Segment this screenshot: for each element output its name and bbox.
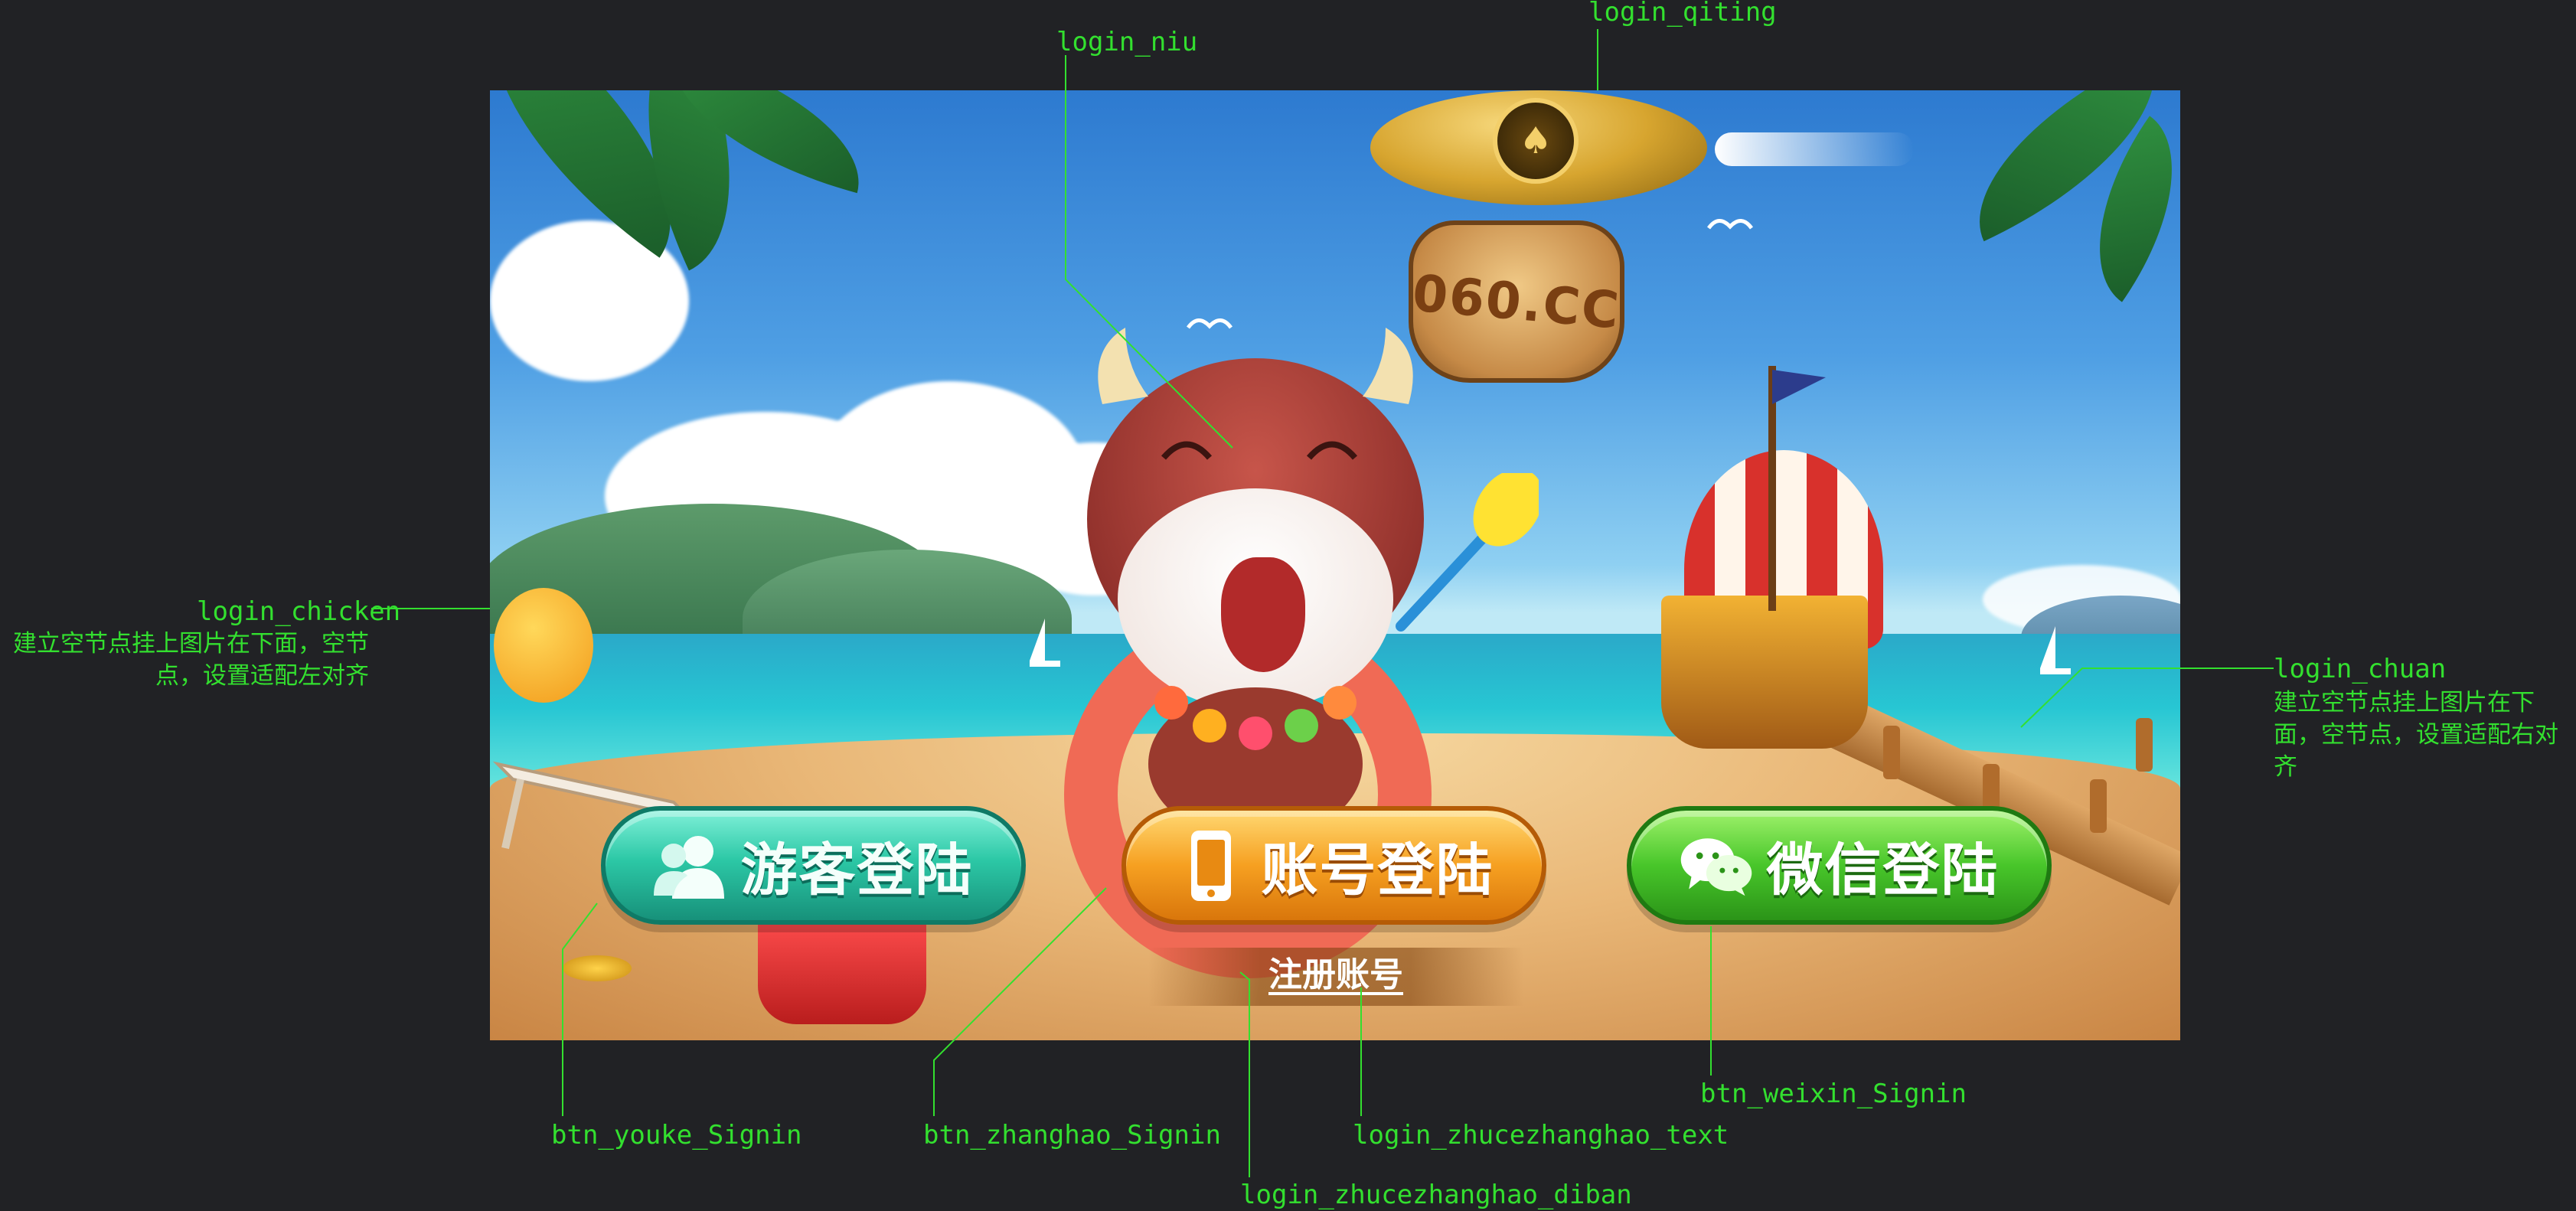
- pier-post: [2090, 779, 2107, 833]
- phone-icon: [1174, 829, 1248, 903]
- pier-post: [1883, 726, 1900, 779]
- desc-login-chuan: 建立空节点挂上图片在下面，空节点，设置适配右对齐: [2274, 689, 2558, 781]
- login-chicken: [494, 588, 593, 703]
- label-login-chicken: login_chicken: [197, 596, 401, 627]
- desc-login-chicken: 建立空节点挂上图片在下面，空节点，设置适配左对齐: [13, 630, 369, 690]
- spade-icon: ♠: [1519, 119, 1552, 162]
- flower-lei: [1154, 686, 1357, 750]
- label-login-zhucezhanghao-text: login_zhucezhanghao_text: [1353, 1120, 1729, 1151]
- sand-bucket: [758, 917, 926, 1024]
- people-icon: [653, 829, 727, 903]
- label-login-qiting: login_qiting: [1588, 0, 1777, 28]
- blimp-exhaust: [1715, 132, 1914, 166]
- label-btn-weixin-signin: btn_weixin_Signin: [1700, 1079, 1967, 1109]
- login-zhucezhanghao-text[interactable]: 注册账号: [1255, 952, 1416, 998]
- sign-board: 060.CC: [1409, 220, 1624, 383]
- btn-weixin-signin[interactable]: 微信登陆: [1627, 806, 2052, 925]
- seagull-icon: [1707, 219, 1753, 230]
- login-scene: ♠ 060.CC 游客登陆 账号登陆 微信登陆 注册账号: [490, 90, 2180, 1040]
- label-login-niu: login_niu: [1056, 27, 1198, 57]
- blimp-emblem: ♠: [1493, 98, 1579, 184]
- sailboat-icon: [1030, 619, 1060, 667]
- label-btn-youke-signin: btn_youke_Signin: [551, 1120, 802, 1151]
- wechat-icon: [1680, 829, 1753, 903]
- sailboat-icon: [2040, 626, 2071, 674]
- sign-text: 060.CC: [1410, 263, 1623, 341]
- pier-post: [2136, 718, 2153, 772]
- label-login-zhucezhanghao-diban: login_zhucezhanghao_diban: [1240, 1180, 1632, 1210]
- login-chuan-ship: [1661, 596, 1868, 749]
- label-btn-zhanghao-signin: btn_zhanghao_Signin: [923, 1120, 1221, 1151]
- pirate-flag-icon: [1772, 370, 1826, 404]
- btn-youke-signin[interactable]: 游客登陆: [601, 806, 1026, 925]
- cow-horns: [1098, 328, 1413, 404]
- gold-coins: [563, 955, 632, 981]
- btn-weixin-label: 微信登陆: [1766, 837, 2000, 903]
- shovel-icon: [1396, 473, 1539, 632]
- cow-mouth: [1221, 557, 1305, 672]
- btn-zhanghao-signin[interactable]: 账号登陆: [1121, 806, 1546, 925]
- label-login-chuan: login_chuan: [2274, 654, 2447, 684]
- btn-zhanghao-label: 账号登陆: [1261, 837, 1494, 903]
- cow-eyes: [1161, 441, 1358, 460]
- btn-youke-label: 游客登陆: [740, 837, 974, 903]
